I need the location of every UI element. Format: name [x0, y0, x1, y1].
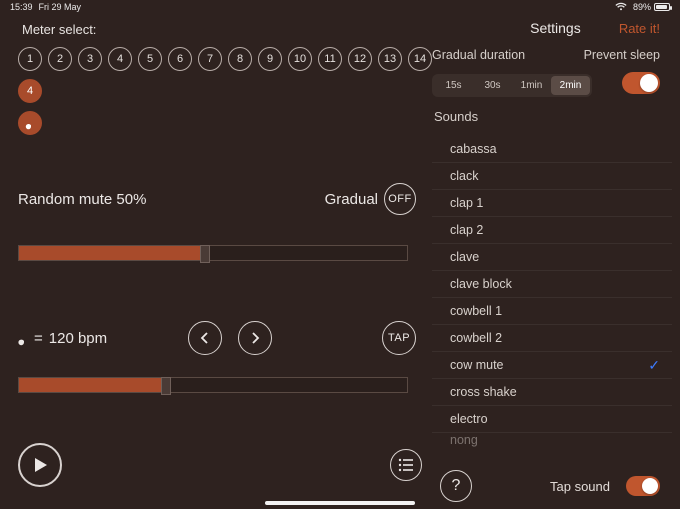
prevent-sleep-label: Prevent sleep	[584, 48, 660, 62]
check-icon: ✓	[648, 357, 660, 374]
sound-item[interactable]: cross shake	[432, 379, 672, 406]
sound-item[interactable]: cabassa	[432, 136, 672, 163]
sound-item[interactable]: clack	[432, 163, 672, 190]
meter-button-4[interactable]: 4	[108, 47, 132, 71]
meter-button-6[interactable]: 6	[168, 47, 192, 71]
status-time: 15:39	[10, 2, 33, 12]
gradual-toggle-button[interactable]: OFF	[384, 183, 416, 215]
sound-item-label: clave block	[450, 277, 512, 291]
sound-item[interactable]: clave block	[432, 271, 672, 298]
tap-tempo-button[interactable]: TAP	[382, 321, 416, 355]
gradual-duration-segmented[interactable]: 15s30s1min2min	[432, 74, 592, 97]
sound-item-label: clap 1	[450, 196, 483, 210]
bpm-display: = 120 bpm	[18, 330, 138, 347]
random-mute-label: Random mute 50%	[18, 191, 146, 208]
meter-button-9[interactable]: 9	[258, 47, 282, 71]
bpm-decrease-button[interactable]	[188, 321, 222, 355]
meter-row: 1234567891011121314	[18, 47, 432, 71]
seg-option-30s[interactable]: 30s	[473, 76, 512, 95]
wifi-icon	[615, 2, 627, 13]
help-button[interactable]: ?	[440, 470, 472, 502]
sound-item-label: clap 2	[450, 223, 483, 237]
bpm-increase-button[interactable]	[238, 321, 272, 355]
random-mute-slider[interactable]	[18, 245, 408, 261]
sound-item-label: cross shake	[450, 385, 517, 399]
settings-title: Settings	[432, 20, 619, 36]
playlist-button[interactable]	[390, 449, 422, 481]
sound-item-label: electro	[450, 412, 488, 426]
gradual-label: Gradual	[325, 191, 378, 208]
sound-item[interactable]: clap 2	[432, 217, 672, 244]
sound-item-label: clack	[450, 169, 478, 183]
sound-item[interactable]: cow mute ✓	[432, 352, 672, 379]
gradual-duration-label: Gradual duration	[432, 48, 525, 62]
sounds-title: Sounds	[434, 109, 680, 124]
sound-item[interactable]: nong	[432, 433, 672, 447]
note-value-button[interactable]	[18, 111, 42, 135]
selected-meter-button[interactable]: 4	[18, 79, 42, 103]
meter-button-1[interactable]: 1	[18, 47, 42, 71]
sound-item-label: cabassa	[450, 142, 497, 156]
status-date: Fri 29 May	[39, 2, 82, 12]
meter-button-11[interactable]: 11	[318, 47, 342, 71]
seg-option-2min[interactable]: 2min	[551, 76, 590, 95]
status-bar: 15:39 Fri 29 May 89%	[0, 0, 680, 14]
main-panel: Meter select: 1234567891011121314 4 Rand…	[0, 14, 432, 509]
sound-item-label: cow mute	[450, 358, 504, 372]
sound-item-label: cowbell 1	[450, 304, 502, 318]
meter-button-7[interactable]: 7	[198, 47, 222, 71]
seg-option-1min[interactable]: 1min	[512, 76, 551, 95]
meter-button-8[interactable]: 8	[228, 47, 252, 71]
meter-button-3[interactable]: 3	[78, 47, 102, 71]
play-button[interactable]	[18, 443, 62, 487]
meter-button-14[interactable]: 14	[408, 47, 432, 71]
sound-item[interactable]: clave	[432, 244, 672, 271]
home-indicator	[265, 501, 415, 505]
sound-item[interactable]: cowbell 2	[432, 325, 672, 352]
battery-pct: 89%	[633, 2, 651, 12]
sound-item-label: cowbell 2	[450, 331, 502, 345]
rate-it-link[interactable]: Rate it!	[619, 21, 660, 36]
sound-list[interactable]: cabassa clack clap 1 clap 2 clave clave block…	[432, 136, 672, 463]
meter-button-10[interactable]: 10	[288, 47, 312, 71]
prevent-sleep-toggle[interactable]	[622, 72, 660, 94]
meter-button-5[interactable]: 5	[138, 47, 162, 71]
sound-item[interactable]: electro	[432, 406, 672, 433]
tempo-slider[interactable]	[18, 377, 408, 393]
sound-item[interactable]: clap 1	[432, 190, 672, 217]
meter-button-13[interactable]: 13	[378, 47, 402, 71]
sound-item[interactable]: cowbell 1	[432, 298, 672, 325]
tap-sound-label: Tap sound	[550, 479, 610, 494]
sound-item-label: clave	[450, 250, 479, 264]
seg-option-15s[interactable]: 15s	[434, 76, 473, 95]
settings-panel: Settings Rate it! Gradual duration Preve…	[432, 14, 680, 509]
meter-button-2[interactable]: 2	[48, 47, 72, 71]
tap-sound-toggle[interactable]	[626, 476, 660, 496]
battery-indicator: 89%	[633, 2, 670, 12]
meter-button-12[interactable]: 12	[348, 47, 372, 71]
meter-select-title: Meter select:	[22, 22, 432, 37]
